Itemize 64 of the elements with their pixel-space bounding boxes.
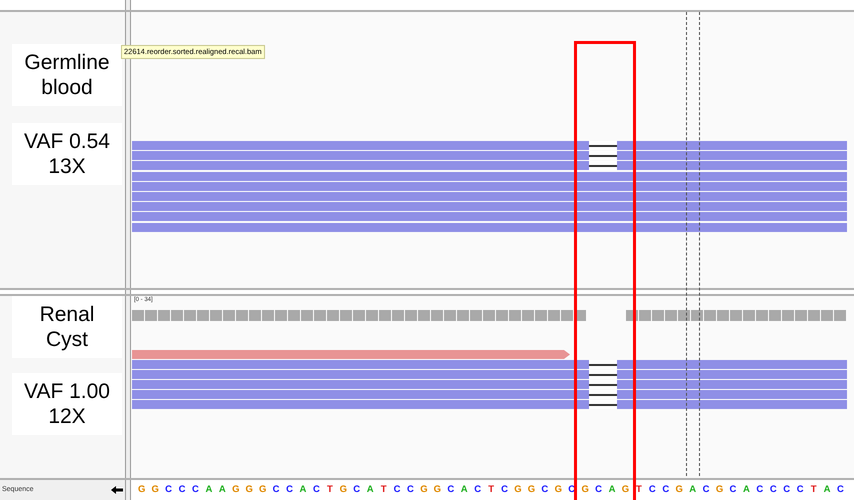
base-letter: C bbox=[661, 482, 670, 497]
base-letter: C bbox=[648, 482, 657, 497]
base-letter: T bbox=[326, 482, 334, 497]
base-letter: C bbox=[446, 482, 456, 497]
base-letter: G bbox=[513, 482, 523, 497]
base-letter: G bbox=[137, 482, 146, 497]
base-letter: G bbox=[580, 482, 590, 497]
base-letter: C bbox=[728, 482, 738, 497]
base-letter: C bbox=[782, 482, 792, 497]
track-stats: 12X bbox=[48, 404, 86, 429]
base-letter: C bbox=[406, 482, 415, 497]
base-letter: C bbox=[352, 482, 362, 497]
base-letter: C bbox=[594, 482, 604, 497]
track-name: Renal bbox=[40, 302, 94, 327]
base-letter: A bbox=[204, 482, 214, 497]
base-letter: G bbox=[419, 482, 429, 497]
panel-splitter[interactable] bbox=[125, 0, 131, 10]
base-letter: C bbox=[768, 482, 778, 497]
base-letter: G bbox=[258, 482, 268, 497]
base-letter: C bbox=[755, 482, 764, 497]
base-letter: C bbox=[285, 482, 294, 497]
base-letter: C bbox=[178, 482, 186, 497]
base-letter: C bbox=[796, 482, 805, 497]
base-letter: C bbox=[540, 482, 550, 497]
track-stats: VAF 0.54 bbox=[24, 129, 110, 154]
base-letter: G bbox=[554, 482, 563, 497]
base-letter: A bbox=[608, 482, 616, 497]
base-letter: C bbox=[836, 482, 845, 497]
base-letter: T bbox=[635, 482, 643, 497]
left-arrow-icon[interactable] bbox=[111, 486, 123, 494]
base-letter: T bbox=[487, 482, 495, 497]
base-letter: C bbox=[392, 482, 402, 497]
base-letter: A bbox=[742, 482, 751, 497]
base-letter: T bbox=[810, 482, 818, 497]
base-letter: C bbox=[164, 482, 174, 497]
base-letter: C bbox=[702, 482, 711, 497]
track-stats: VAF 1.00 bbox=[24, 379, 110, 404]
base-letter: A bbox=[366, 482, 375, 497]
base-letter: G bbox=[526, 482, 536, 497]
base-letter: G bbox=[338, 482, 348, 497]
base-letter: C bbox=[500, 482, 509, 497]
base-letter: C bbox=[191, 482, 200, 497]
base-letter: G bbox=[231, 482, 240, 497]
base-letter: G bbox=[674, 482, 684, 497]
track-name: blood bbox=[41, 75, 93, 100]
track-name: Germline bbox=[24, 50, 110, 75]
base-letter: G bbox=[620, 482, 630, 497]
base-letter: G bbox=[432, 482, 442, 497]
base-letter: G bbox=[714, 482, 724, 497]
panel-splitter[interactable] bbox=[125, 290, 131, 294]
track-stats: 13X bbox=[48, 154, 86, 179]
base-letter: A bbox=[218, 482, 227, 497]
base-letter: A bbox=[688, 482, 698, 497]
base-letter: C bbox=[473, 482, 482, 497]
panel-splitter[interactable] bbox=[125, 296, 131, 478]
base-letter: G bbox=[150, 482, 160, 497]
base-letter: G bbox=[244, 482, 254, 497]
base-letter: C bbox=[312, 482, 321, 497]
base-letter: A bbox=[298, 482, 308, 497]
base-letter: A bbox=[460, 482, 469, 497]
base-letter: T bbox=[380, 482, 388, 497]
base-letter: A bbox=[822, 482, 832, 497]
track-name: Cyst bbox=[46, 327, 88, 352]
base-letter: C bbox=[272, 482, 281, 497]
